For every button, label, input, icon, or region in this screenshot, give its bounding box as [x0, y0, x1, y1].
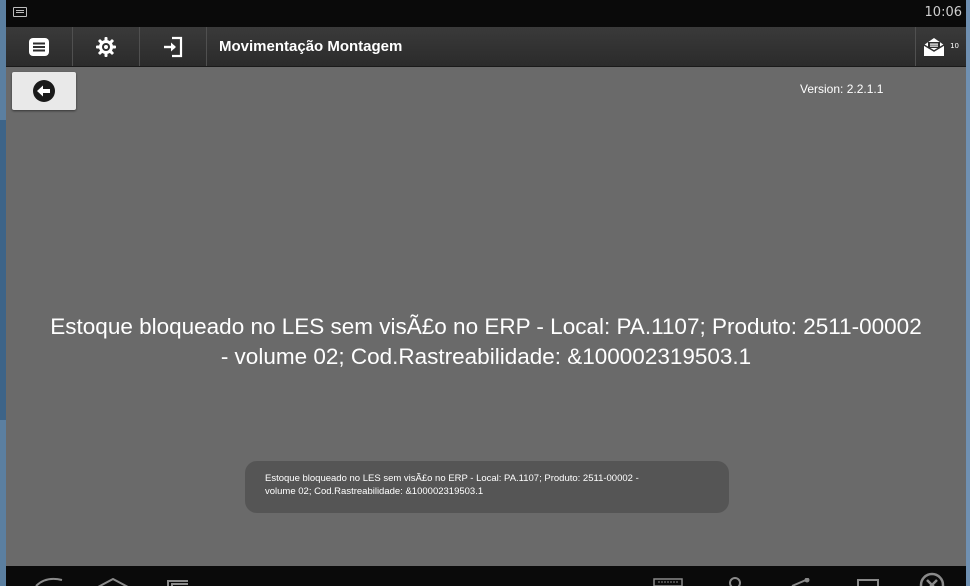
error-message: Estoque bloqueado no LES sem visÃ£o no E…	[6, 312, 966, 372]
error-message-line-2: - volume 02; Cod.Rastreabilidade: &10000…	[220, 344, 752, 369]
page-title: Movimentação Montagem	[219, 38, 403, 55]
nav-close-icon[interactable]	[918, 572, 946, 586]
mail-count-badge: 10	[950, 42, 959, 50]
back-arrow-icon	[33, 80, 55, 102]
nav-search-icon[interactable]	[728, 576, 742, 586]
error-message-line-1: Estoque bloqueado no LES sem visÃ£o no E…	[50, 314, 922, 339]
gear-icon	[96, 36, 116, 57]
settings-button[interactable]	[73, 27, 140, 66]
action-bar: Movimentação Montagem 10	[6, 27, 966, 67]
menu-button[interactable]	[6, 27, 73, 66]
menu-icon	[29, 37, 49, 56]
toast-line-2: volume 02; Cod.Rastreabilidade: &1000023…	[265, 486, 484, 497]
navigation-bar	[6, 566, 966, 586]
keyboard-status-icon	[13, 7, 27, 17]
toast-notification: Estoque bloqueado no LES sem visÃ£o no E…	[245, 461, 729, 513]
messages-button[interactable]: 10	[915, 27, 966, 66]
nav-home-icon[interactable]	[96, 578, 130, 586]
version-label: Version: 2.2.1.1	[800, 82, 884, 96]
login-icon	[164, 36, 183, 57]
window-frame-right	[966, 0, 970, 586]
nav-recent-apps-icon[interactable]	[166, 578, 190, 586]
mail-icon	[923, 37, 945, 56]
nav-back-icon[interactable]	[32, 574, 66, 586]
nav-share-icon[interactable]	[788, 578, 812, 586]
login-button[interactable]	[140, 27, 207, 66]
nav-window-icon[interactable]	[856, 579, 880, 586]
status-clock: 10:06	[924, 5, 962, 20]
app-screen: 10:06 Movimentação Montagem 10 Version: …	[6, 0, 966, 586]
back-button[interactable]	[12, 72, 76, 110]
status-bar: 10:06	[6, 0, 966, 27]
toast-line-1: Estoque bloqueado no LES sem visÃ£o no E…	[265, 473, 639, 484]
nav-keyboard-icon[interactable]	[653, 578, 683, 586]
